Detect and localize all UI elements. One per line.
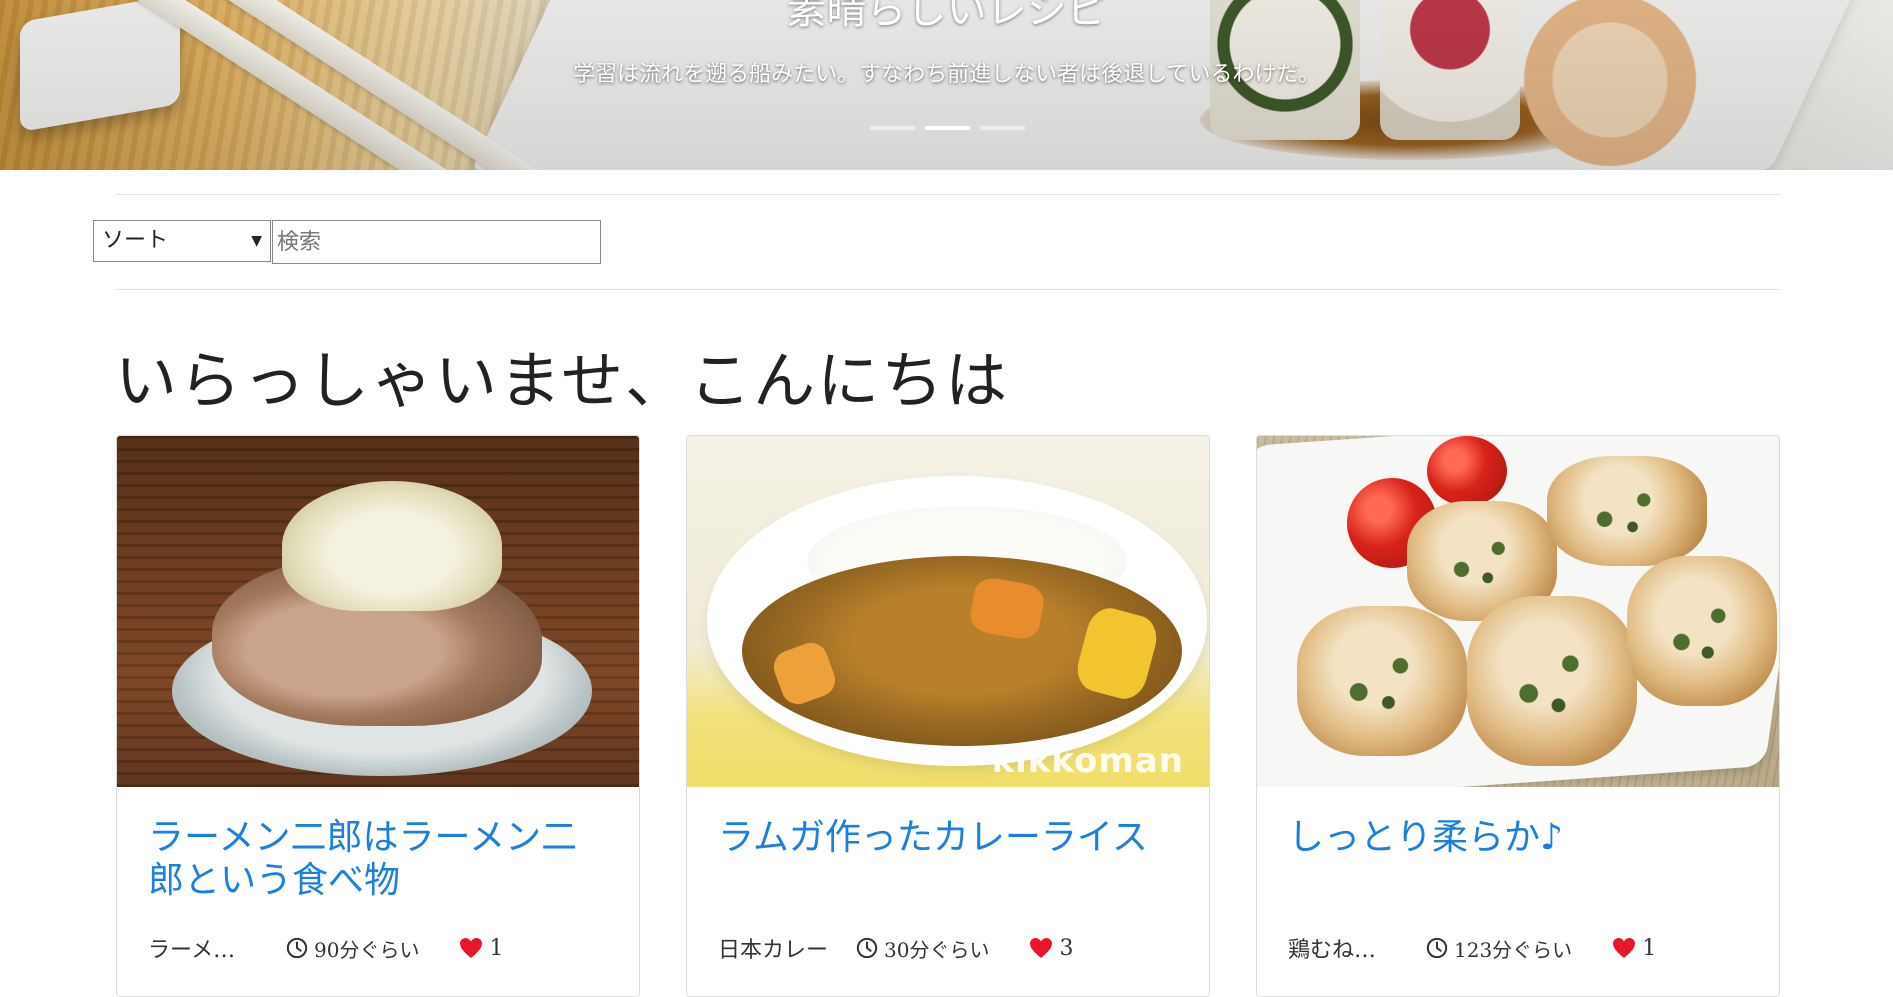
chicken-piece [1297,606,1467,756]
hero-title: 素晴らしいレシピ [786,0,1107,33]
recipe-image-curry[interactable]: kikkoman [687,436,1209,787]
carousel-indicator-3[interactable] [980,126,1025,130]
search-input[interactable] [272,220,601,264]
clock-icon [286,937,308,959]
divider [115,289,1780,290]
sort-select[interactable]: ソート ▼ [93,220,271,262]
heart-icon[interactable] [1029,937,1053,959]
kikkoman-watermark: kikkoman [991,741,1184,781]
heart-icon[interactable] [1612,937,1636,959]
recipe-likes: 1 [1612,936,1656,961]
cherry-tomato [1427,436,1507,506]
recipe-title[interactable]: しっとり柔らか♪ [1288,816,1738,859]
bean-sprouts [282,481,502,611]
hero-carousel[interactable]: 素晴らしいレシピ 学習は流れを遡る船みたい。すなわち前進しない者は後退しているわ… [0,0,1893,170]
chicken-piece [1547,456,1707,566]
recipe-image-chicken[interactable] [1257,436,1779,787]
clock-icon [856,937,878,959]
recipe-image-ramen[interactable] [117,436,639,787]
welcome-heading: いらっしゃいませ、こんにちは [115,344,1010,417]
recipe-likes: 3 [1029,936,1073,961]
recipe-likes-count: 3 [1059,935,1074,961]
heart-icon[interactable] [459,937,483,959]
recipe-card[interactable]: しっとり柔らか♪ 鶏むね… 123分ぐらい 1 [1256,435,1780,997]
recipe-time-text: 123分ぐらい [1454,937,1573,962]
carousel-indicators [870,126,1025,130]
recipe-title[interactable]: ラーメン二郎はラーメン二郎という食べ物 [148,816,598,902]
recipe-time-text: 30分ぐらい [884,937,990,962]
carousel-indicator-1[interactable] [870,126,915,130]
carousel-indicator-2[interactable] [925,126,970,130]
recipe-category: 鶏むね… [1288,938,1377,963]
clock-icon [1426,937,1448,959]
chicken-piece [1467,596,1637,766]
recipe-card[interactable]: ラーメン二郎はラーメン二郎という食べ物 ラーメ… 90分ぐらい 1 [116,435,640,997]
recipe-meta: 日本カレー 30分ぐらい 3 [718,932,1198,964]
caret-down-icon: ▼ [251,233,262,249]
sort-select-value: ソート [102,228,169,253]
recipe-likes: 1 [459,936,503,961]
recipe-time: 123分ぐらい [1426,934,1572,963]
chicken-piece [1627,556,1777,706]
recipe-likes-count: 1 [489,935,504,961]
recipe-category: ラーメ… [148,938,236,963]
recipe-time: 30分ぐらい [856,934,989,963]
recipe-likes-count: 1 [1642,935,1657,961]
recipe-card[interactable]: kikkoman ラムガ作ったカレーライス 日本カレー 30分ぐらい 3 [686,435,1210,997]
recipe-meta: ラーメ… 90分ぐらい 1 [148,932,628,964]
recipe-category: 日本カレー [718,938,829,963]
recipe-title[interactable]: ラムガ作ったカレーライス [718,816,1168,859]
hero-caption: 学習は流れを遡る船みたい。すなわち前進しない者は後退しているわけだ。 [573,62,1320,87]
recipe-time-text: 90分ぐらい [314,937,420,962]
recipe-time: 90分ぐらい [286,934,419,963]
recipe-meta: 鶏むね… 123分ぐらい 1 [1288,932,1768,964]
divider [115,194,1780,195]
